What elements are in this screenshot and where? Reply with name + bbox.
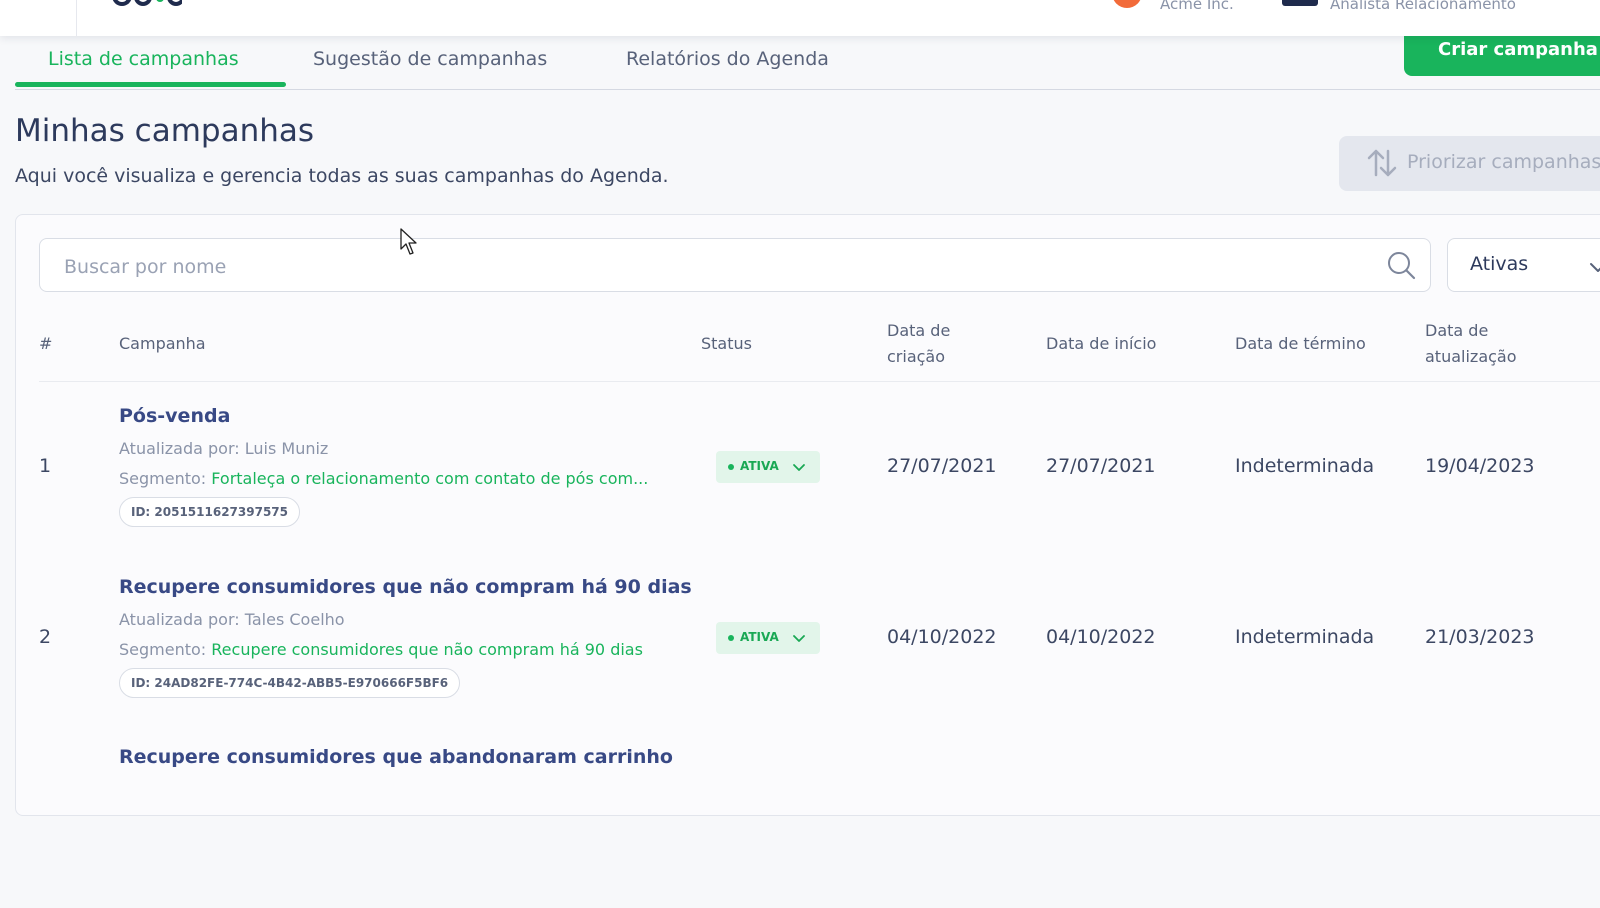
- campaign-id-chip: ID: 2051511627397575: [119, 497, 300, 527]
- campaign-name-link[interactable]: Pós-venda: [119, 405, 230, 427]
- chevron-down-icon: [793, 635, 805, 642]
- end-date: Indeterminada: [1235, 626, 1375, 648]
- user-role[interactable]: Analista Relacionamento: [1330, 0, 1516, 13]
- table-row[interactable]: Recupere consumidores que abandonaram ca…: [16, 736, 1600, 908]
- user-avatar[interactable]: [1282, 0, 1318, 6]
- column-header-start[interactable]: Data de início: [1046, 331, 1156, 357]
- top-header: Acme Inc. Analista Relacionamento: [0, 0, 1600, 36]
- row-number: 1: [39, 455, 52, 477]
- status-dot-icon: [728, 635, 734, 641]
- column-header-created[interactable]: Data de criação: [887, 318, 950, 370]
- company-name[interactable]: Acme Inc.: [1160, 0, 1234, 13]
- start-date: 04/10/2022: [1046, 626, 1156, 648]
- prioritize-label: Priorizar campanhas: [1407, 151, 1600, 173]
- end-date: Indeterminada: [1235, 455, 1375, 477]
- segment-value: Recupere consumidores que não compram há…: [211, 640, 643, 659]
- updated-by-text: Atualizada por: Luis Muniz: [119, 439, 329, 458]
- updated-by-text: Atualizada por: Tales Coelho: [119, 610, 345, 629]
- column-header-updated-line1: Data de: [1425, 321, 1489, 340]
- segment-prefix: Segmento:: [119, 640, 207, 659]
- column-header-created-line1: Data de: [887, 321, 951, 340]
- segment-text: Segmento: Recupere consumidores que não …: [119, 640, 643, 659]
- status-badge-label: ATIVA: [740, 459, 779, 473]
- header-separator: [39, 381, 1600, 382]
- updated-date: 19/04/2023: [1425, 455, 1535, 477]
- mouse-cursor-icon: [400, 228, 417, 255]
- column-header-updated-line2: atualização: [1425, 347, 1517, 366]
- page-subtitle: Aqui você visualiza e gerencia todas as …: [15, 165, 669, 187]
- search-input[interactable]: [62, 251, 1346, 283]
- row-number: 2: [39, 626, 52, 648]
- segment-value: Fortaleça o relacionamento com contato d…: [211, 469, 649, 488]
- column-header-created-line2: criação: [887, 347, 946, 366]
- segment-prefix: Segmento:: [119, 469, 207, 488]
- tab-bar: Lista de campanhas Sugestão de campanhas…: [15, 36, 1600, 90]
- updated-date: 21/03/2023: [1425, 626, 1535, 648]
- campaign-name-link[interactable]: Recupere consumidores que não compram há…: [119, 576, 692, 598]
- header-divider: [76, 0, 77, 36]
- prioritize-campaigns-button[interactable]: Priorizar campanhas: [1339, 136, 1600, 191]
- column-header-number: #: [39, 334, 53, 353]
- active-tab-indicator: [15, 82, 286, 87]
- search-box: [39, 238, 1431, 292]
- column-header-updated[interactable]: Data de atualização: [1425, 318, 1517, 370]
- column-header-end[interactable]: Data de término: [1235, 331, 1366, 357]
- page-title: Minhas campanhas: [15, 113, 315, 149]
- campaigns-card: Ativas # Campanha Status Data de criação…: [15, 214, 1600, 816]
- column-header-campaign[interactable]: Campanha: [119, 331, 206, 357]
- status-badge-dropdown[interactable]: ATIVA: [716, 622, 820, 654]
- status-dot-icon: [728, 464, 734, 470]
- sort-arrows-icon: [1367, 149, 1397, 177]
- table-row[interactable]: 1 Pós-venda Atualizada por: Luis Muniz S…: [16, 395, 1600, 567]
- campaign-id-chip: ID: 24AD82FE-774C-4B42-ABB5-E970666F5BF6: [119, 668, 461, 698]
- column-header-status[interactable]: Status: [701, 331, 752, 357]
- chevron-down-icon: [1590, 263, 1600, 272]
- status-badge-label: ATIVA: [740, 630, 779, 644]
- chevron-down-icon: [793, 464, 805, 471]
- campaign-name-link[interactable]: Recupere consumidores que abandonaram ca…: [119, 746, 673, 768]
- start-date: 27/07/2021: [1046, 455, 1156, 477]
- status-badge-dropdown[interactable]: ATIVA: [716, 451, 820, 483]
- table-row[interactable]: 2 Recupere consumidores que não compram …: [16, 566, 1600, 738]
- tab-agenda-reports[interactable]: Relatórios do Agenda: [626, 48, 829, 70]
- app-logo[interactable]: [112, 0, 182, 6]
- created-date: 27/07/2021: [887, 455, 997, 477]
- search-icon[interactable]: [1386, 250, 1416, 280]
- status-filter-select[interactable]: Ativas: [1447, 238, 1600, 292]
- create-campaign-button[interactable]: Criar campanha: [1404, 36, 1600, 76]
- company-avatar[interactable]: [1112, 0, 1142, 8]
- segment-text: Segmento: Fortaleça o relacionamento com…: [119, 469, 648, 488]
- tab-campaign-suggestions[interactable]: Sugestão de campanhas: [313, 48, 547, 70]
- tab-campaign-list[interactable]: Lista de campanhas: [48, 48, 239, 70]
- status-filter-value: Ativas: [1470, 253, 1529, 275]
- created-date: 04/10/2022: [887, 626, 997, 648]
